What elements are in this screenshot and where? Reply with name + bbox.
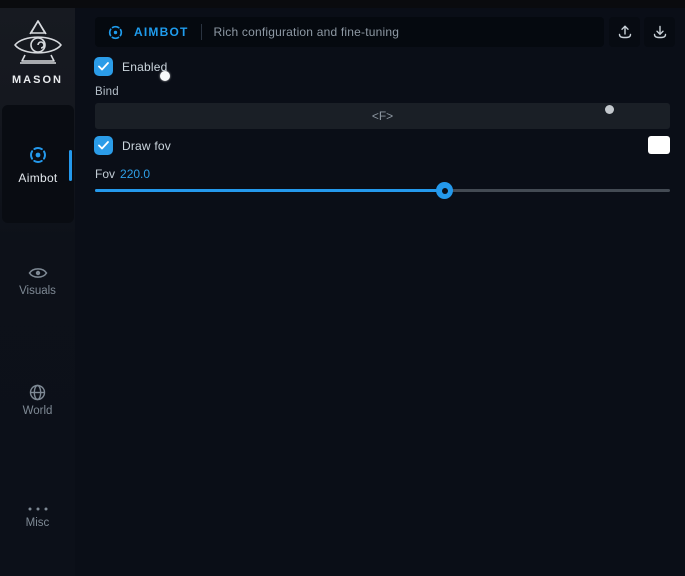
mason-eye-pyramid-icon: [12, 18, 64, 72]
upload-icon: [617, 24, 633, 40]
fov-value: 220.0: [120, 167, 150, 181]
draw-fov-checkbox[interactable]: [94, 136, 113, 155]
fov-slider-fill: [95, 189, 444, 192]
checkmark-icon: [98, 62, 109, 71]
ellipsis-icon: [27, 505, 49, 513]
checkmark-icon: [98, 141, 109, 150]
sidebar-item-aimbot[interactable]: Aimbot: [2, 105, 74, 223]
sidebar-item-label: Misc: [0, 517, 75, 529]
fov-slider[interactable]: [95, 182, 670, 198]
bind-label: Bind: [95, 86, 119, 98]
crosshair-icon: [107, 24, 124, 41]
bind-key-input[interactable]: <F>: [95, 103, 670, 129]
enabled-checkbox[interactable]: [94, 57, 113, 76]
draw-fov-checkbox-row[interactable]: Draw fov: [94, 136, 171, 155]
mason-menu-window: MASON Aimbot Visuals: [0, 0, 685, 576]
crosshair-icon: [27, 144, 49, 166]
export-config-button[interactable]: [609, 17, 640, 47]
fov-slider-handle[interactable]: [436, 182, 453, 199]
main-panel: AIMBOT Rich configuration and fine-tunin…: [75, 8, 685, 576]
enabled-label: Enabled: [122, 60, 167, 74]
active-tab-indicator: [69, 150, 72, 181]
sidebar-item-world[interactable]: World: [0, 384, 75, 417]
sidebar-item-label: Aimbot: [18, 171, 57, 185]
fov-color-swatch[interactable]: [648, 136, 670, 154]
bind-key-value: <F>: [372, 109, 393, 123]
page-header: AIMBOT Rich configuration and fine-tunin…: [95, 17, 604, 47]
page-title: AIMBOT: [134, 25, 189, 39]
enabled-checkbox-row[interactable]: Enabled: [94, 57, 167, 76]
logo-text: MASON: [0, 74, 75, 86]
sidebar: MASON Aimbot Visuals: [0, 8, 75, 576]
page-subtitle: Rich configuration and fine-tuning: [214, 25, 400, 39]
header-divider: [201, 24, 202, 40]
sidebar-item-label: World: [0, 405, 75, 417]
draw-fov-label: Draw fov: [122, 139, 171, 153]
window-top-strip: [0, 0, 685, 8]
fov-label: Fov: [95, 167, 115, 181]
eye-icon: [28, 265, 48, 281]
sidebar-item-label: Visuals: [0, 285, 75, 297]
download-icon: [652, 24, 668, 40]
sidebar-item-visuals[interactable]: Visuals: [0, 265, 75, 297]
sidebar-item-misc[interactable]: Misc: [0, 505, 75, 529]
app-logo: MASON: [0, 18, 75, 86]
fov-label-row: Fov 220.0: [95, 167, 150, 181]
globe-icon: [29, 384, 46, 401]
import-config-button[interactable]: [644, 17, 675, 47]
